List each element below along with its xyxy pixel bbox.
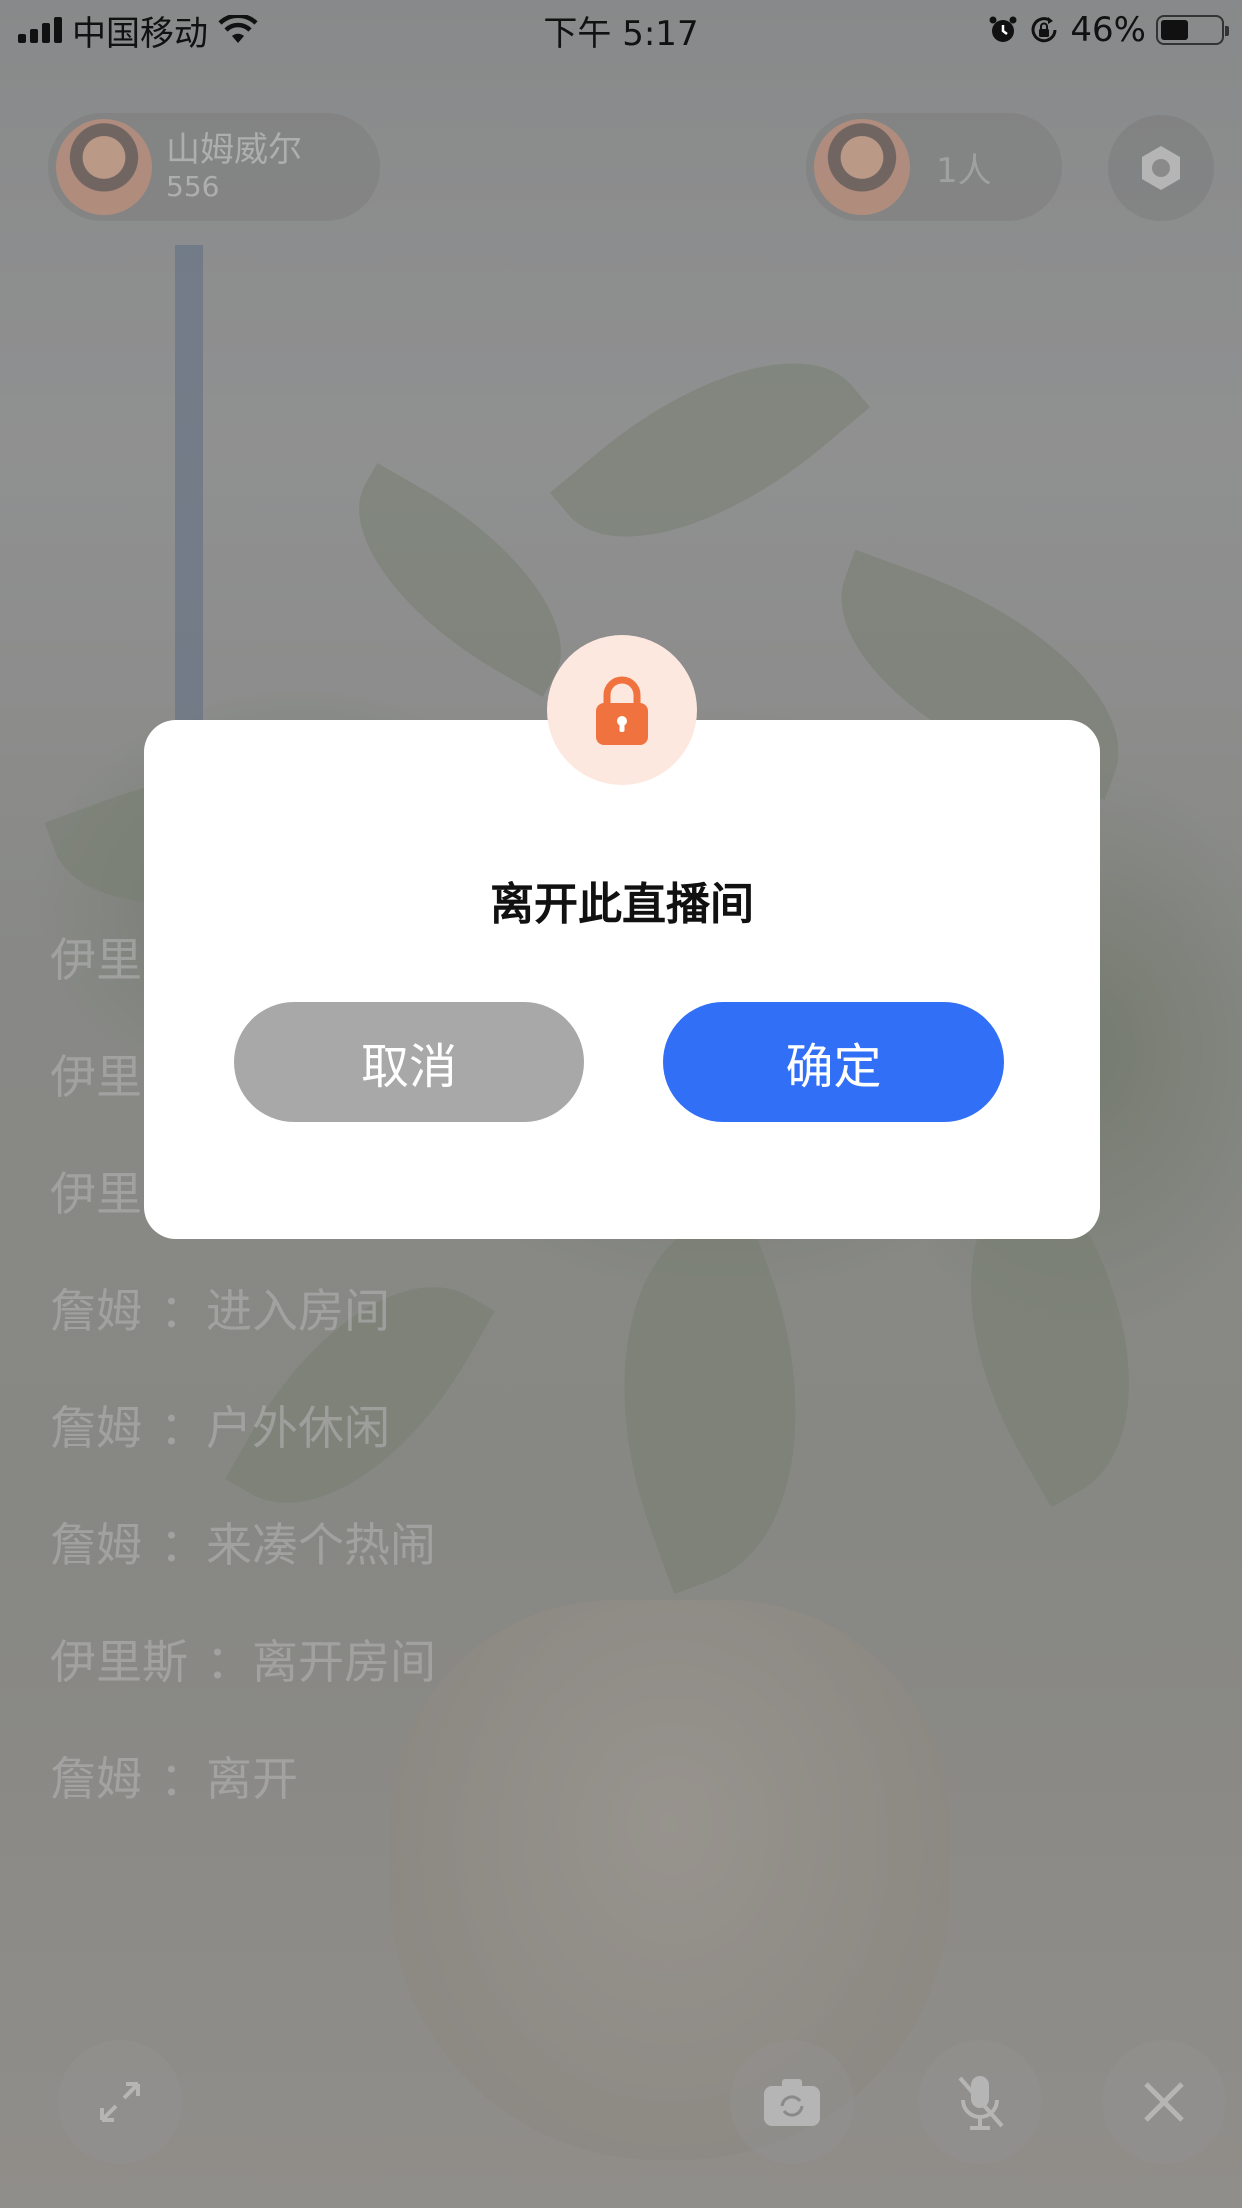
settings-button[interactable]	[1108, 115, 1214, 221]
host-count: 556	[166, 170, 220, 203]
host-avatar[interactable]	[56, 119, 152, 215]
rotation-lock-icon	[1031, 17, 1057, 43]
chat-text: 户外休闲	[206, 1401, 390, 1455]
chat-separator: ：	[160, 1752, 206, 1806]
close-icon	[1144, 2082, 1184, 2122]
viewer-avatar	[814, 119, 910, 215]
chat-user: 詹姆	[50, 1752, 142, 1806]
chat-user: 詹姆	[50, 1518, 142, 1572]
chat-user: 伊里	[50, 1050, 142, 1104]
carrier-label: 中国移动	[72, 13, 208, 54]
camera-switch-icon	[764, 2079, 820, 2126]
expand-icon	[100, 2082, 140, 2122]
chat-message: 詹姆 ：离开	[50, 1749, 436, 1866]
cancel-button[interactable]: 取消	[234, 1002, 584, 1122]
status-time: 下午 5:17	[543, 13, 699, 54]
host-name: 山姆威尔	[166, 130, 302, 170]
chat-user: 詹姆	[50, 1284, 142, 1338]
lock-icon	[596, 676, 648, 745]
chat-separator: ：	[160, 1284, 206, 1338]
close-live-button[interactable]	[1102, 2040, 1226, 2164]
viewer-list-button[interactable]: 1人	[806, 113, 1062, 221]
chat-text: 来凑个热闹	[206, 1518, 436, 1572]
battery-icon	[1156, 15, 1229, 45]
chat-message: 詹姆 ：来凑个热闹	[50, 1515, 436, 1632]
chat-message: 詹姆 ：进入房间	[50, 1281, 436, 1398]
gear-icon	[1142, 146, 1180, 190]
fullscreen-button[interactable]	[58, 2040, 182, 2164]
chat-message: 詹姆 ：户外休闲	[50, 1398, 436, 1515]
chat-text: 进入房间	[206, 1284, 390, 1338]
chat-text: 离开房间	[252, 1635, 436, 1689]
chat-user: 伊里	[50, 933, 142, 987]
battery-percent: 46%	[1070, 10, 1146, 50]
chat-message: 伊里斯 ：离开房间	[50, 1632, 436, 1749]
alarm-icon	[989, 16, 1017, 42]
chat-user: 伊里斯	[50, 1635, 188, 1689]
lock-badge	[547, 635, 697, 785]
chat-user: 伊里	[50, 1167, 142, 1221]
chat-separator: ：	[206, 1635, 252, 1689]
signal-icon	[18, 17, 62, 43]
chat-text: 离开	[206, 1752, 298, 1806]
switch-camera-button[interactable]	[730, 2040, 854, 2164]
mute-mic-button[interactable]	[918, 2040, 1042, 2164]
status-bar: 中国移动 下午 5:17 46%	[0, 0, 1242, 60]
chat-user: 詹姆	[50, 1401, 142, 1455]
viewer-count: 1人	[936, 150, 992, 191]
host-info[interactable]: 山姆威尔 556	[48, 113, 380, 221]
chat-separator: ：	[160, 1518, 206, 1572]
mic-off-icon	[958, 2076, 1004, 2130]
leave-room-dialog: 离开此直播间 取消 确定	[144, 635, 1100, 1239]
confirm-button[interactable]: 确定	[663, 1002, 1004, 1122]
live-room-screen: 中国移动 下午 5:17 46% 山姆威尔 556 1人 伊里 伊里 伊里 詹姆…	[0, 0, 1242, 2208]
dialog-title: 离开此直播间	[490, 879, 754, 930]
chat-separator: ：	[160, 1401, 206, 1455]
wifi-icon	[218, 15, 258, 43]
